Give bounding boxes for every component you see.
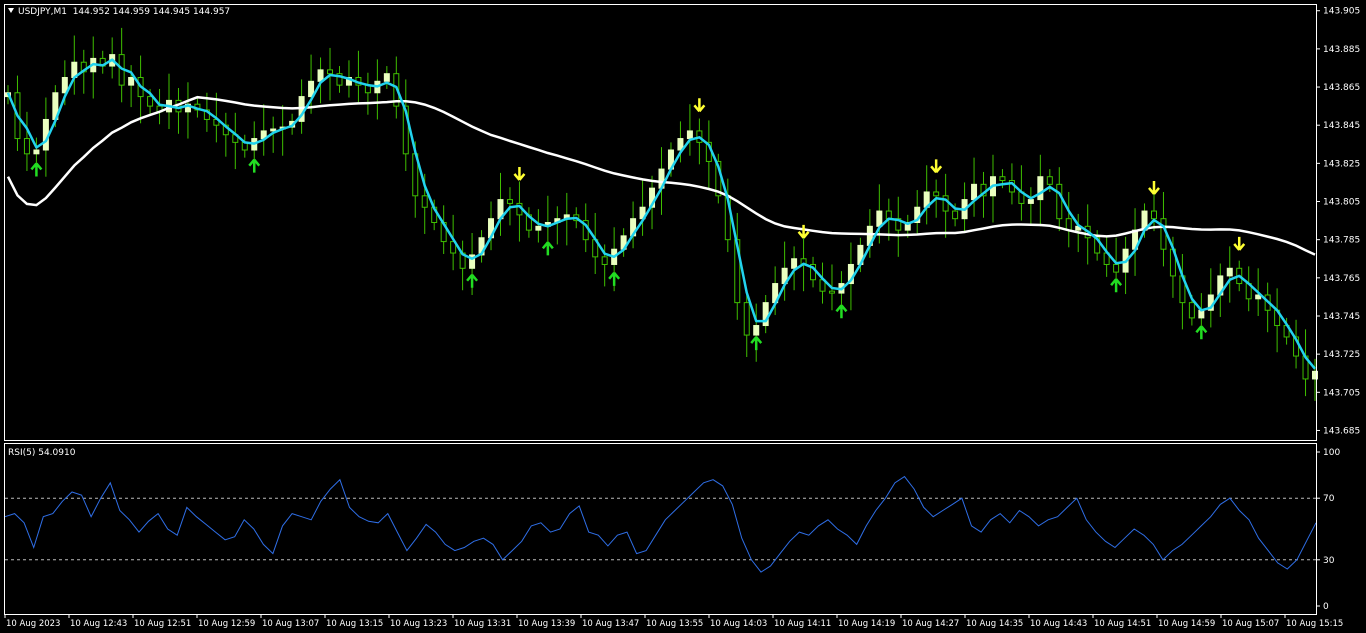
- bear-candle: [952, 210, 959, 220]
- bull-candle: [33, 149, 40, 155]
- time-tick-label: 10 Aug 13:55: [646, 619, 703, 629]
- bull-candle: [753, 325, 760, 336]
- bear-candle: [942, 195, 949, 212]
- bear-candle: [601, 256, 608, 265]
- time-tick-label: 10 Aug 14:43: [1030, 619, 1087, 629]
- bear-candle: [1188, 302, 1195, 319]
- bear-candle: [421, 195, 428, 208]
- rsi-tick-label: 70: [1323, 494, 1335, 504]
- bull-candle: [1037, 176, 1044, 201]
- time-tick-label: 10 Aug 14:35: [966, 619, 1023, 629]
- time-tick-label: 10 Aug 14:11: [774, 619, 831, 629]
- price-tick-label: 143.845: [1323, 121, 1360, 131]
- time-tick-label: 10 Aug 15:07: [1222, 619, 1279, 629]
- time-tick-label: 10 Aug 12:43: [70, 619, 127, 629]
- rsi-tick-label: 30: [1323, 556, 1335, 566]
- bear-candle: [1065, 218, 1072, 231]
- bear-candle: [327, 69, 334, 75]
- price-tick-label: 143.805: [1323, 198, 1360, 208]
- time-tick-label: 10 Aug 14:59: [1158, 619, 1215, 629]
- bear-candle: [147, 96, 154, 107]
- bull-candle: [791, 258, 798, 269]
- bear-candle: [1046, 176, 1053, 185]
- bear-candle: [506, 199, 513, 204]
- bear-candle: [999, 176, 1006, 182]
- bear-candle: [1056, 183, 1063, 220]
- price-tick-label: 143.725: [1323, 350, 1360, 360]
- price-tick-label: 143.705: [1323, 388, 1360, 398]
- time-tick-label: 10 Aug 13:15: [326, 619, 383, 629]
- rsi-tick-label: 100: [1323, 448, 1340, 458]
- rsi-tick-label: 0: [1323, 602, 1329, 612]
- bear-candle: [743, 302, 750, 336]
- time-tick-label: 10 Aug 12:59: [198, 619, 255, 629]
- price-tick-label: 143.685: [1323, 426, 1360, 436]
- bear-candle: [933, 191, 940, 197]
- price-tick-label: 143.745: [1323, 312, 1360, 322]
- time-tick-label: 10 Aug 2023: [6, 619, 60, 629]
- time-tick-label: 10 Aug 14:27: [902, 619, 959, 629]
- price-tick-label: 143.785: [1323, 236, 1360, 246]
- rsi-header: RSI(5) 54.0910: [8, 448, 76, 458]
- bull-candle: [383, 73, 390, 82]
- time-tick-label: 10 Aug 13:47: [582, 619, 639, 629]
- price-tick-label: 143.865: [1323, 83, 1360, 93]
- price-tick-label: 143.885: [1323, 45, 1360, 55]
- price-chart-canvas: 143.905 143.885 143.865 143.845 143.825 143.8…: [0, 0, 1366, 633]
- time-tick-label: 10 Aug 15:15: [1286, 619, 1343, 629]
- time-tick-label: 10 Aug 14:03: [710, 619, 767, 629]
- time-tick-label: 10 Aug 13:23: [390, 619, 447, 629]
- time-tick-label: 10 Aug 12:51: [134, 619, 191, 629]
- time-tick-label: 10 Aug 13:39: [518, 619, 575, 629]
- time-tick-label: 10 Aug 13:31: [454, 619, 511, 629]
- time-tick-label: 10 Aug 14:51: [1094, 619, 1151, 629]
- bear-candle: [23, 138, 30, 155]
- bear-candle: [828, 290, 835, 294]
- price-tick-label: 143.825: [1323, 159, 1360, 169]
- chart-background: [0, 0, 1366, 633]
- chart-header[interactable]: USDJPY,M1 144.952 144.959 144.945 144.95…: [8, 7, 230, 18]
- symbol-label: USDJPY,M1: [18, 7, 67, 17]
- time-tick-label: 10 Aug 13:07: [262, 619, 319, 629]
- time-tick-label: 10 Aug 14:19: [838, 619, 895, 629]
- bull-candle: [971, 183, 978, 201]
- bull-candle: [128, 77, 135, 86]
- bull-candle: [1226, 267, 1233, 277]
- bull-candle: [1027, 199, 1034, 204]
- bull-candle: [686, 130, 693, 140]
- bull-candle: [876, 210, 883, 227]
- ohlc-values: 144.952 144.959 144.945 144.957: [72, 7, 231, 17]
- collapse-triangle-icon[interactable]: [8, 8, 14, 13]
- bull-candle: [535, 225, 542, 231]
- bull-candle: [270, 128, 277, 132]
- bear-candle: [1150, 210, 1157, 220]
- bear-candle: [1113, 263, 1120, 273]
- price-tick-label: 143.905: [1323, 7, 1360, 17]
- price-tick-label: 143.765: [1323, 274, 1360, 284]
- bear-candle: [1160, 218, 1167, 250]
